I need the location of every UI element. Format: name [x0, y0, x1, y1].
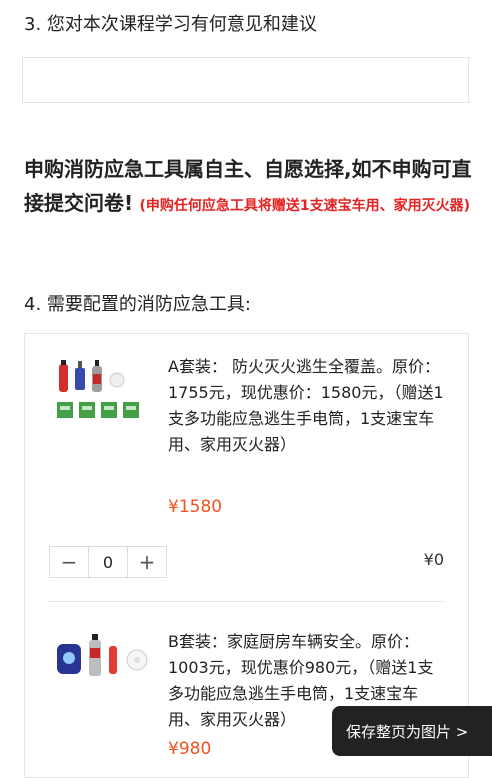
product-a-image[interactable]	[53, 358, 157, 426]
quantity-value[interactable]: 0	[88, 547, 128, 577]
question-3-title: 3. 您对本次课程学习有何意见和建议	[24, 14, 317, 35]
product-b-price: ¥980	[168, 739, 212, 759]
product-a-quantity-stepper: − 0 +	[49, 546, 167, 578]
quantity-plus-button[interactable]: +	[128, 547, 166, 577]
product-a-line-total: ¥0	[423, 550, 444, 569]
quantity-minus-button[interactable]: −	[50, 547, 88, 577]
save-page-as-image-button[interactable]: 保存整页为图片 >	[332, 706, 492, 756]
product-b-image[interactable]	[53, 630, 157, 694]
notice-gift-note: (申购任何应急工具将赠送1支速宝车用、家用灭火器)	[139, 198, 471, 214]
question-4-title: 4. 需要配置的消防应急工具:	[24, 294, 251, 315]
suggestion-input[interactable]	[22, 57, 469, 103]
product-a-price: ¥1580	[168, 497, 223, 517]
notice-exclamation: !	[124, 191, 134, 215]
purchase-notice: 申购消防应急工具属自主、自愿选择,如不申购可直接提交问卷! (申购任何应急工具将…	[24, 152, 476, 220]
product-a-description: A套装： 防火灭火逃生全覆盖。原价：1755元，现优惠价：1580元，（赠送1支…	[168, 357, 444, 454]
product-divider	[49, 601, 445, 602]
